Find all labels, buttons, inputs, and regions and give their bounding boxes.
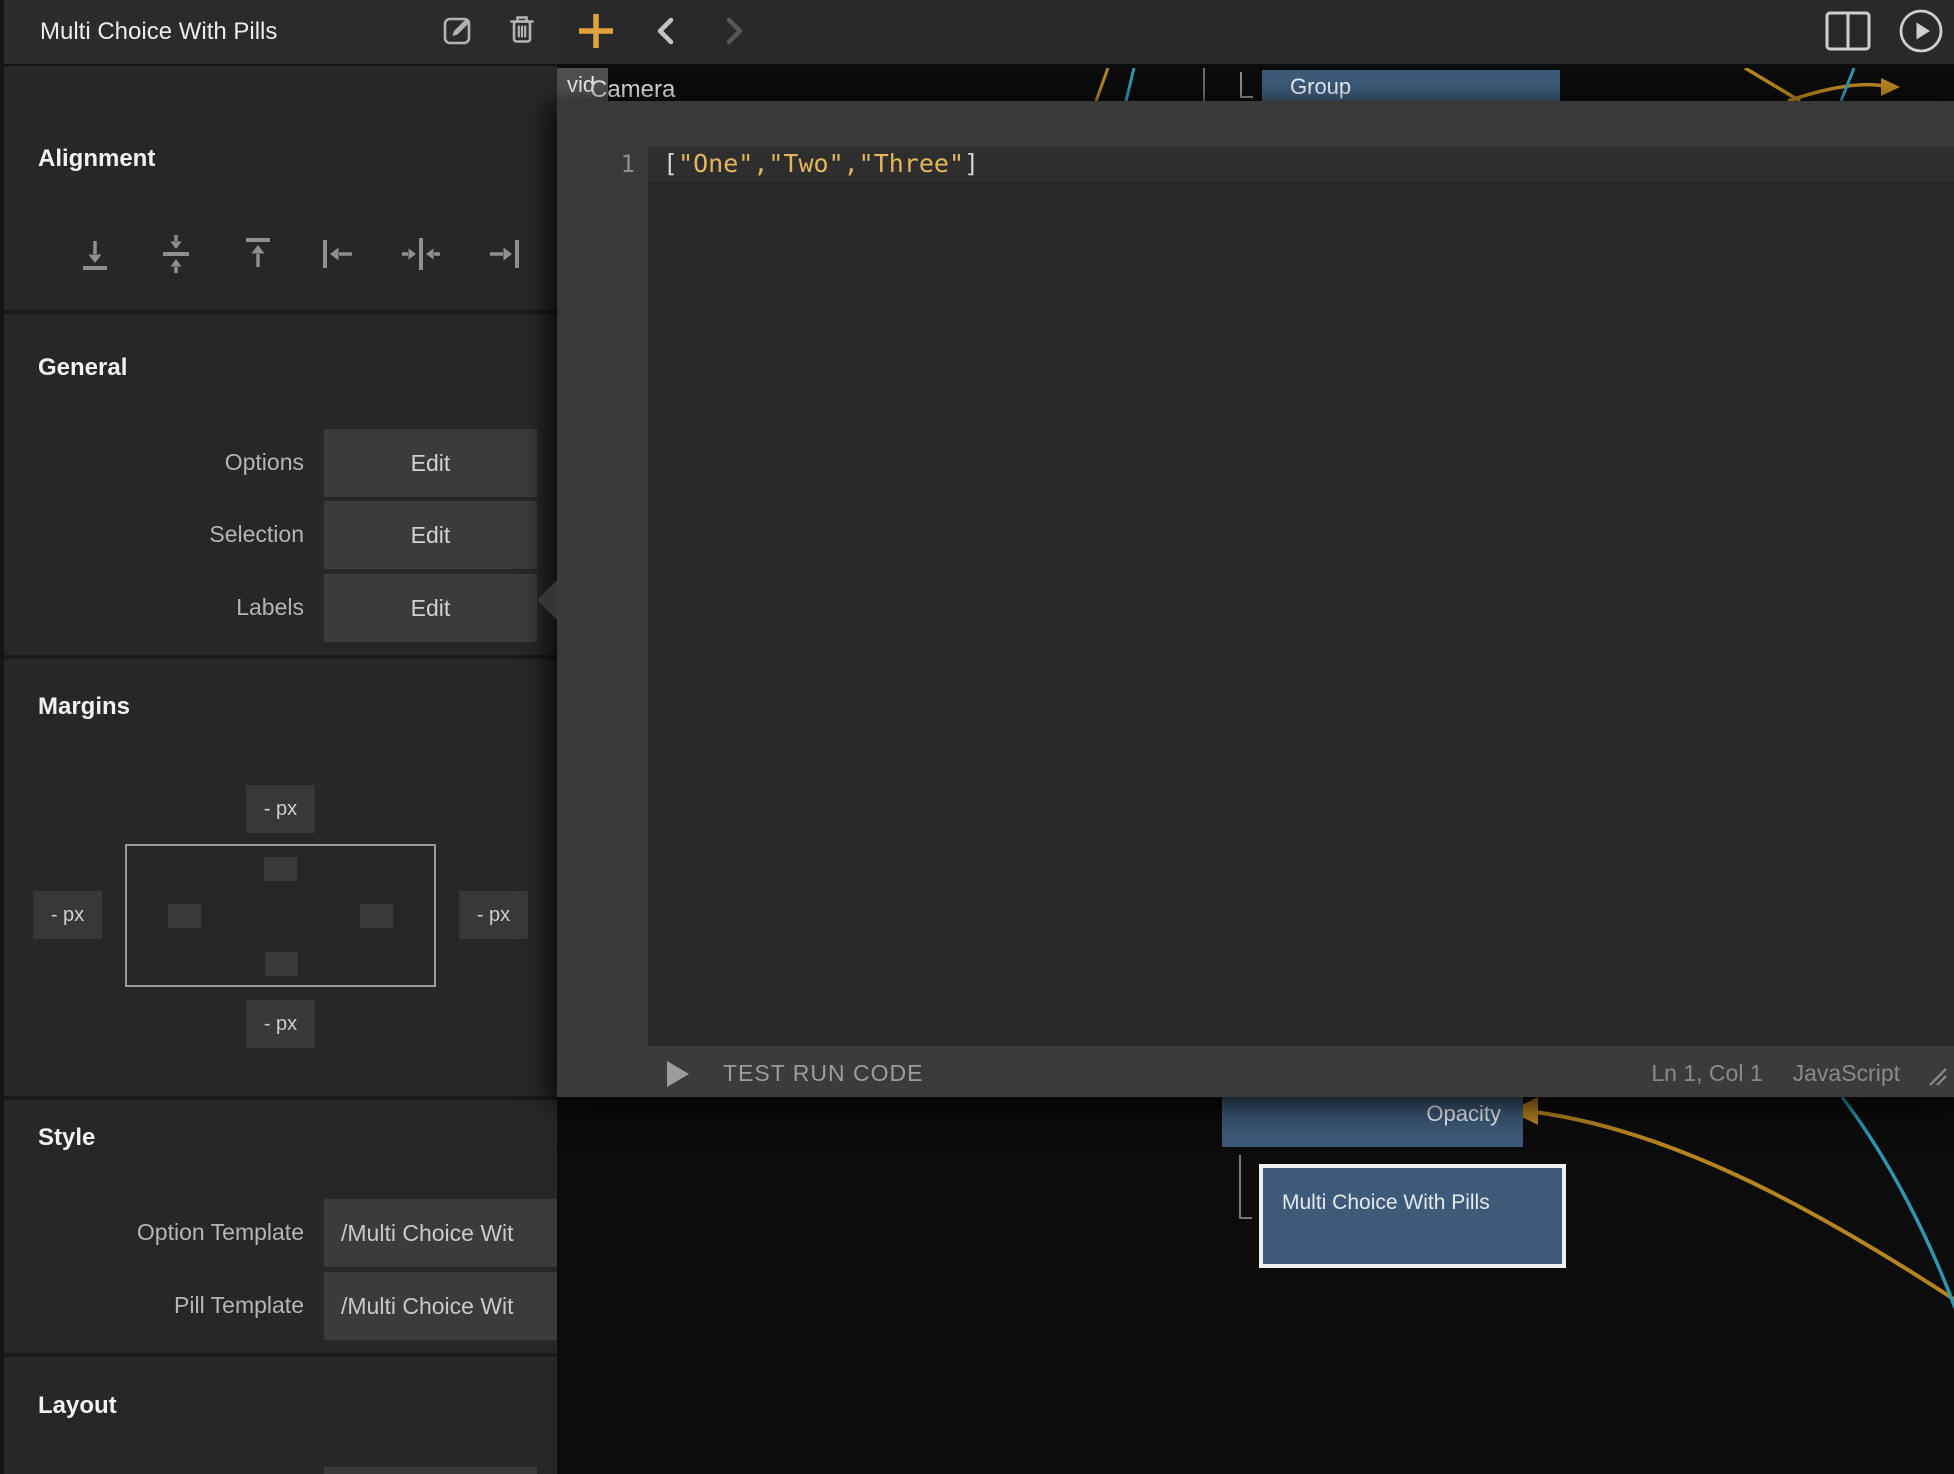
labels-label: Labels [0, 594, 304, 621]
align-right-icon[interactable] [481, 232, 525, 276]
canvas-toolbar [557, 0, 1954, 66]
pill-template-value[interactable]: /Multi Choice Wit [324, 1272, 557, 1340]
group-node[interactable]: Group [1262, 70, 1560, 104]
margin-left-handle [168, 904, 201, 928]
section-divider [0, 655, 557, 659]
code-string-list: "One","Two","Three" [678, 149, 964, 178]
edit-pencil-icon [438, 10, 478, 55]
margin-top-button[interactable]: - px [246, 785, 315, 833]
editor-footer-bar: TEST RUN CODE Ln 1, Col 1 JavaScript [557, 1050, 1954, 1097]
margin-right-button[interactable]: - px [459, 891, 528, 939]
align-left-icon[interactable] [317, 232, 361, 276]
option-template-value[interactable]: /Multi Choice Wit [324, 1199, 557, 1267]
code-open-bracket: [ [663, 149, 678, 178]
inspector-header: Multi Choice With Pills [0, 0, 557, 66]
selection-label: Selection [0, 521, 304, 548]
section-divider [0, 310, 557, 314]
options-label: Options [0, 449, 304, 476]
option-template-label: Option Template [0, 1219, 304, 1246]
inspector-sidebar: Multi Choice With Pills [0, 0, 557, 1474]
delete-button[interactable] [501, 11, 543, 53]
layout-partial-control[interactable] [324, 1467, 537, 1474]
chevron-right-icon [722, 14, 746, 53]
selected-patch-node[interactable]: Multi Choice With Pills [1259, 1164, 1566, 1268]
add-patch-button[interactable] [573, 10, 619, 56]
test-run-code-button[interactable]: TEST RUN CODE [667, 1050, 923, 1097]
options-edit-button[interactable]: Edit [324, 429, 537, 497]
pill-template-label: Pill Template [0, 1292, 304, 1319]
section-heading-margins: Margins [38, 693, 130, 721]
window-edge [0, 0, 4, 1474]
language-label: JavaScript [1793, 1060, 1900, 1087]
chevron-left-icon [654, 14, 678, 53]
run-prototype-button[interactable] [1898, 10, 1944, 56]
popover-pointer [537, 580, 557, 620]
opacity-node-label: Opacity [1426, 1101, 1501, 1127]
plus-icon [576, 11, 616, 56]
section-heading-layout: Layout [38, 1392, 117, 1420]
margin-left-button[interactable]: - px [33, 891, 102, 939]
align-top-icon[interactable] [236, 232, 280, 276]
navigate-back-button[interactable] [643, 10, 689, 56]
run-play-icon [667, 1061, 689, 1087]
margin-bottom-button[interactable]: - px [246, 1000, 315, 1048]
section-heading-alignment: Alignment [38, 145, 155, 173]
split-view-icon [1824, 9, 1872, 58]
rename-button[interactable] [437, 11, 479, 53]
test-run-code-label: TEST RUN CODE [723, 1060, 923, 1087]
align-horizontal-center-icon[interactable] [399, 232, 443, 276]
line-number: 1 [597, 147, 635, 181]
editor-status: Ln 1, Col 1 JavaScript [1651, 1050, 1900, 1097]
app-window: Multi Choice With Pills [0, 0, 1954, 1474]
section-heading-style: Style [38, 1124, 95, 1152]
resize-grip[interactable] [1926, 1065, 1948, 1092]
patch-title: Multi Choice With Pills [40, 0, 277, 64]
labels-edit-button[interactable]: Edit [324, 574, 537, 642]
section-divider [0, 1353, 557, 1357]
section-heading-general: General [38, 354, 127, 382]
play-circle-icon [1898, 8, 1944, 59]
trash-icon [502, 10, 542, 55]
margins-preview-box [125, 844, 436, 987]
margin-right-handle [360, 904, 393, 928]
code-close-bracket: ] [964, 149, 979, 178]
camera-node-label[interactable]: Camera [590, 76, 675, 104]
align-vertical-center-icon[interactable] [154, 232, 198, 276]
selection-edit-button[interactable]: Edit [324, 501, 537, 569]
navigate-forward-button[interactable] [711, 10, 757, 56]
code-editor-popover: 1 ["One","Two","Three"] TEST RUN CODE Ln… [557, 101, 1954, 1097]
code-line-1: ["One","Two","Three"] [663, 147, 979, 181]
cursor-position: Ln 1, Col 1 [1651, 1060, 1762, 1087]
selected-patch-label: Multi Choice With Pills [1282, 1188, 1522, 1217]
split-view-button[interactable] [1825, 10, 1871, 56]
margin-bottom-handle [265, 952, 298, 976]
align-bottom-icon[interactable] [73, 232, 117, 276]
section-divider [0, 1096, 557, 1100]
margin-top-handle [264, 857, 297, 881]
code-input-area[interactable]: ["One","Two","Three"] [648, 147, 1954, 1046]
